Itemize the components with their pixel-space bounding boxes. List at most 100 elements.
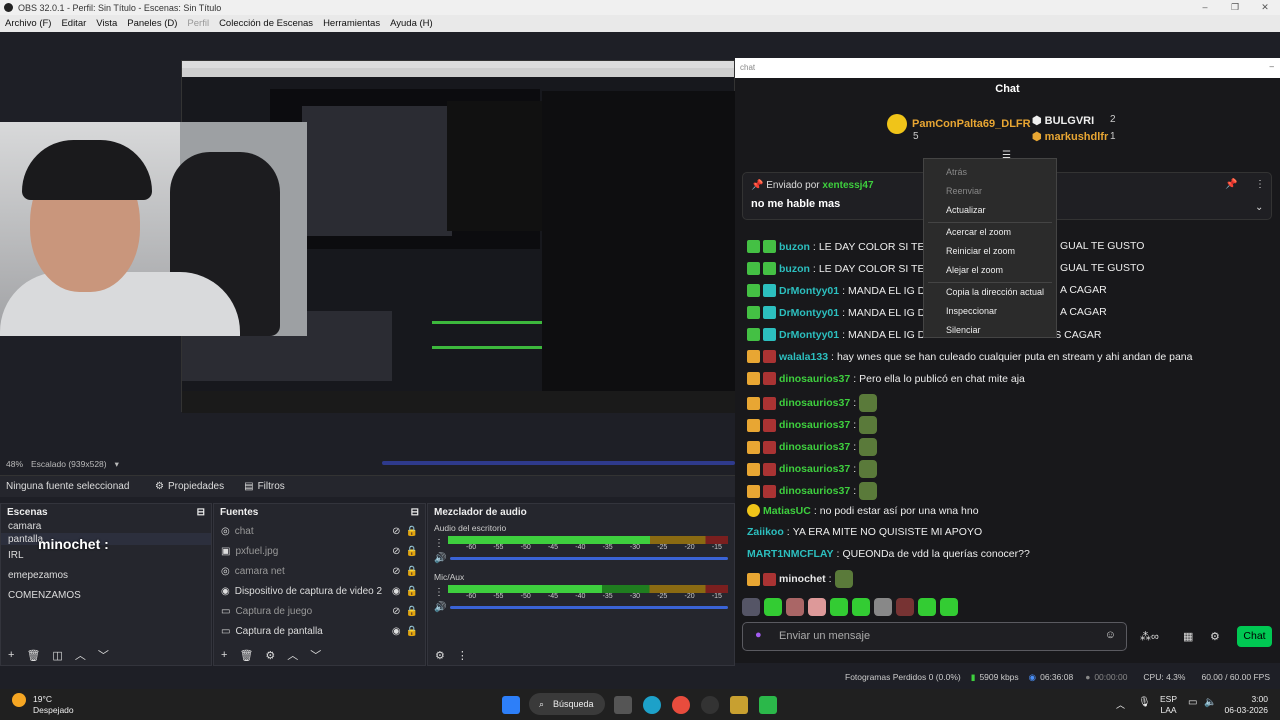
speaker-icon[interactable]: 🔊 [434,553,446,564]
ctx-zoom-reset[interactable]: Reiniciar el zoom [924,242,1056,261]
eye-icon[interactable]: ◉ [392,586,401,597]
volume-slider[interactable] [450,606,728,609]
lock-icon[interactable]: 🔒 [406,566,418,577]
add-icon[interactable]: + [221,649,227,661]
ctx-mute[interactable]: Silenciar [924,321,1056,340]
chat-username[interactable]: dinosaurios37 [779,441,850,453]
chat-username[interactable]: dinosaurios37 [779,463,850,475]
leader-name[interactable]: BULGVRI [1045,115,1095,127]
volume-slider[interactable] [450,557,728,560]
eye-hidden-icon[interactable]: ⊘ [392,526,400,537]
source-item[interactable]: ◎ camara net ⊘ 🔒 [214,561,425,581]
chat-username[interactable]: walala133 [779,351,828,363]
ctx-zoom-in[interactable]: Acercar el zoom [924,223,1056,242]
eye-hidden-icon[interactable]: ⊘ [392,566,400,577]
chat-username[interactable]: MART1NMCFLAY [747,548,834,560]
filters-button[interactable]: ▤ Filtros [234,481,295,492]
ctx-inspect[interactable]: Inspeccionar [924,302,1056,321]
lock-icon[interactable]: 🔒 [406,626,418,637]
properties-button[interactable]: ⚙ Propiedades [145,481,234,492]
more-vertical-icon[interactable]: ⋮ [434,587,444,598]
arrow-down-icon[interactable]: ﹀ [98,647,109,663]
scene-item-camara[interactable]: camara [1,521,211,533]
obs-icon[interactable] [701,696,719,714]
emote-icon[interactable] [874,598,892,616]
more-vertical-icon[interactable]: ⋮ [1255,179,1265,190]
eye-icon[interactable]: ◉ [392,626,401,637]
leader-name[interactable]: markushdlfr [1045,131,1109,143]
chat-username[interactable]: dinosaurios37 [779,419,850,431]
store-icon[interactable]: ▦ [1183,630,1193,643]
pinned-user[interactable]: xentessj47 [822,180,873,191]
chat-username[interactable]: buzon [779,263,810,275]
trash-icon[interactable]: 🗑 [239,649,253,662]
chat-username[interactable]: DrMontyy01 [779,285,839,297]
emote-icon[interactable] [764,598,782,616]
dock-icon[interactable]: ⊟ [411,507,419,518]
app-icon[interactable] [730,696,748,714]
lock-icon[interactable]: 🔒 [406,546,418,557]
chevron-down-icon[interactable]: ⌄ [1255,202,1263,213]
menu-scene-collection[interactable]: Colección de Escenas [219,18,313,29]
chat-username[interactable]: DrMontyy01 [779,307,839,319]
chrome-icon[interactable] [672,696,690,714]
network-icon[interactable]: ▭ [1188,697,1197,708]
emote-icon[interactable] [896,598,914,616]
mic-icon[interactable]: 🎙 [1138,697,1151,708]
emote-icon[interactable] [742,598,760,616]
chat-username[interactable]: minochet [779,573,826,585]
source-item[interactable]: ▣ pxfuel.jpg ⊘ 🔒 [214,541,425,561]
ctx-reload[interactable]: Actualizar [924,201,1056,220]
chat-send-button[interactable]: Chat [1237,626,1272,647]
ctx-back[interactable]: Atrás [924,163,1056,182]
source-item[interactable]: ▭ Captura de juego ⊘ 🔒 [214,601,425,621]
speaker-icon[interactable]: 🔊 [434,602,446,613]
weather-widget[interactable]: 19°C Despejado [33,694,74,716]
source-item[interactable]: ▭ Captura de pantalla ◉ 🔒 [214,621,425,641]
emoji-icon[interactable]: ☺ [1105,629,1116,641]
lock-icon[interactable]: 🔒 [406,586,418,597]
pin-icon[interactable]: 📌 [1225,179,1237,190]
file-explorer-icon[interactable] [614,696,632,714]
scale-label[interactable]: Escalado (939x528) [31,459,107,469]
language-indicator[interactable]: ESP LAA [1160,694,1177,716]
minecraft-icon[interactable] [759,696,777,714]
chat-username[interactable]: buzon [779,241,810,253]
menu-docks[interactable]: Paneles (D) [127,18,177,29]
menu-view[interactable]: Vista [96,18,117,29]
minimize-button[interactable]: – [1190,0,1220,15]
chat-username[interactable]: Zaiikoo [747,526,784,538]
menu-profile[interactable]: Perfil [187,18,209,29]
trash-icon[interactable]: 🗑 [26,649,40,662]
chat-input[interactable]: ● Enviar un mensaje ☺ [742,622,1127,651]
volume-icon[interactable]: 🔈 [1204,697,1216,708]
chat-username[interactable]: dinosaurios37 [779,485,850,497]
arrow-up-icon[interactable]: ︿ [75,647,86,663]
gear-icon[interactable]: ⚙ [435,649,445,662]
chat-username[interactable]: dinosaurios37 [779,397,850,409]
emote-icon[interactable] [786,598,804,616]
menu-edit[interactable]: Editar [61,18,86,29]
minimize-button[interactable]: – [1270,62,1274,71]
source-item[interactable]: ◉ Dispositivo de captura de video 2 ◉ 🔒 [214,581,425,601]
chevron-up-icon[interactable]: ︿ [1116,698,1125,711]
eye-hidden-icon[interactable]: ⊘ [392,606,400,617]
ctx-zoom-out[interactable]: Alejar el zoom [924,261,1056,280]
emote-icon[interactable] [830,598,848,616]
clock[interactable]: 3:00 06-03-2026 [1224,694,1268,716]
source-item[interactable]: ◎ chat ⊘ 🔒 [214,521,425,541]
ctx-forward[interactable]: Reenviar [924,182,1056,201]
add-icon[interactable]: + [8,649,14,661]
filter-icon[interactable]: ◫ [52,649,62,662]
more-vertical-icon[interactable]: ⋮ [457,649,468,662]
emote-icon[interactable] [918,598,936,616]
gear-icon[interactable]: ⚙ [265,649,275,662]
lock-icon[interactable]: 🔒 [406,526,418,537]
dock-icon[interactable]: ⊟ [197,507,205,518]
leader-name[interactable]: PamConPalta69_DLFR [912,118,1031,130]
lock-icon[interactable]: 🔒 [406,606,418,617]
menu-file[interactable]: Archivo (F) [5,18,51,29]
gear-icon[interactable]: ⚙ [1210,630,1220,643]
chat-username[interactable]: dinosaurios37 [779,373,850,385]
menu-tools[interactable]: Herramientas [323,18,380,29]
